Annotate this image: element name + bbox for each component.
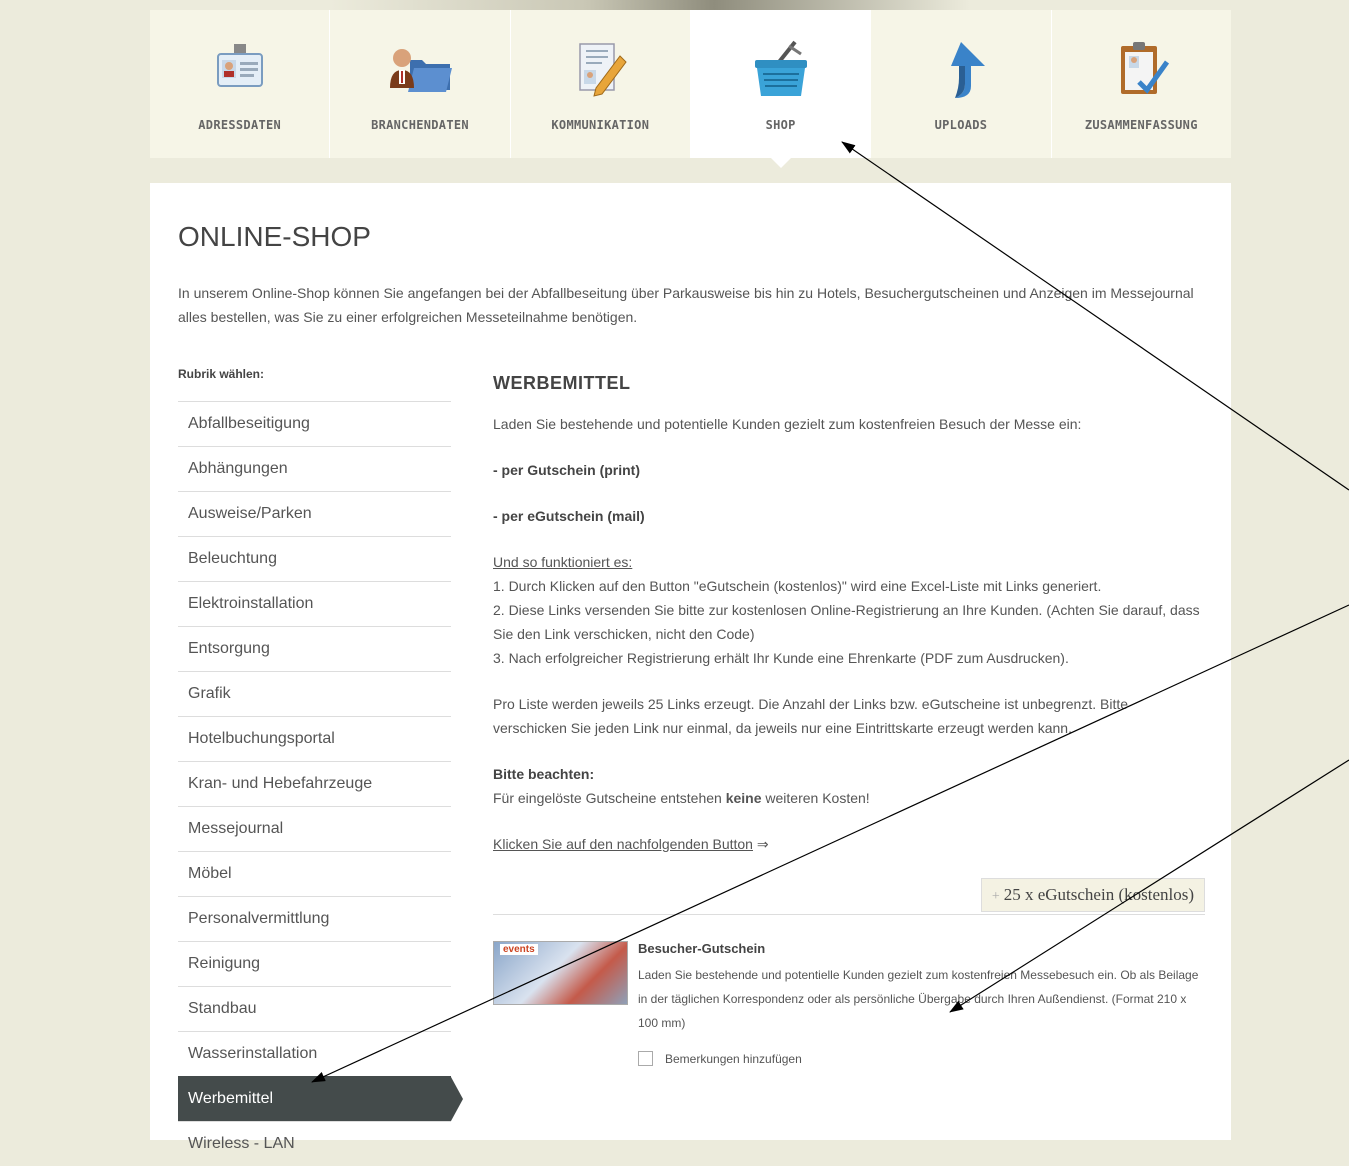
product-description: Laden Sie bestehende und potentielle Kun… bbox=[638, 968, 1199, 1030]
sidebar-item-kran-hebefahrzeuge[interactable]: Kran- und Hebefahrzeuge bbox=[178, 761, 451, 806]
sidebar-item-moebel[interactable]: Möbel bbox=[178, 851, 451, 896]
tab-label: KOMMUNIKATION bbox=[551, 118, 650, 132]
note-heading: Bitte beachten: bbox=[493, 766, 595, 782]
option-mail: - per eGutschein (mail) bbox=[493, 508, 645, 524]
tab-shop[interactable]: SHOP bbox=[690, 10, 872, 168]
list-info: Pro Liste werden jeweils 25 Links erzeug… bbox=[493, 696, 1129, 736]
sidebar-item-personalvermittlung[interactable]: Personalvermittlung bbox=[178, 896, 451, 941]
note-block: Bitte beachten: Für eingelöste Gutschein… bbox=[493, 762, 1205, 810]
step-1: 1. Durch Klicken auf den Button "eGutsch… bbox=[493, 578, 1102, 594]
product-title: Besucher-Gutschein bbox=[638, 941, 766, 956]
sidebar-item-reinigung[interactable]: Reinigung bbox=[178, 941, 451, 986]
note-pre: Für eingelöste Gutscheine entstehen bbox=[493, 790, 726, 806]
product-image-text: events bbox=[500, 944, 538, 955]
note-bold: keine bbox=[725, 790, 762, 806]
sidebar-item-abfallbeseitigung[interactable]: Abfallbeseitigung bbox=[178, 401, 451, 446]
page-title: ONLINE-SHOP bbox=[178, 221, 371, 252]
tab-label: BRANCHENDATEN bbox=[371, 118, 469, 132]
tab-label: SHOP bbox=[765, 118, 796, 132]
clipboard-check-icon bbox=[1121, 42, 1170, 94]
sidebar-item-elektroinstallation[interactable]: Elektroinstallation bbox=[178, 581, 451, 626]
arrow-right-icon: ⇒ bbox=[752, 836, 769, 852]
category-label: Rubrik wählen: bbox=[178, 367, 265, 381]
tab-label: ADRESSDATEN bbox=[198, 118, 282, 132]
howto-heading: Und so funktioniert es: bbox=[493, 554, 633, 570]
tab-label: ZUSAMMENFASSUNG bbox=[1084, 118, 1198, 132]
tab-uploads[interactable]: UPLOADS bbox=[871, 10, 1052, 158]
sidebar-item-grafik[interactable]: Grafik bbox=[178, 671, 451, 716]
lead-text: Laden Sie bestehende und potentielle Kun… bbox=[493, 416, 1082, 432]
tab-zusammenfassung[interactable]: ZUSAMMENFASSUNG bbox=[1052, 10, 1231, 158]
tab-adressdaten[interactable]: ADRESSDATEN bbox=[150, 10, 331, 158]
sidebar-item-hotelbuchungsportal[interactable]: Hotelbuchungsportal bbox=[178, 716, 451, 761]
shopping-basket-icon bbox=[754, 40, 807, 96]
click-hint-link[interactable]: Klicken Sie auf den nachfolgenden Button bbox=[493, 836, 753, 852]
plus-icon: + bbox=[991, 889, 1000, 904]
id-badge-icon bbox=[216, 44, 263, 87]
note-text: Für eingelöste Gutscheine entstehen kein… bbox=[493, 786, 1205, 810]
tab-kommunikation[interactable]: KOMMUNIKATION bbox=[511, 10, 691, 158]
sidebar-item-ausweise-parken[interactable]: Ausweise/Parken bbox=[178, 491, 451, 536]
category-sidebar: Abfallbeseitigung Abhängungen Ausweise/P… bbox=[178, 401, 463, 1166]
sidebar-item-abhaengungen[interactable]: Abhängungen bbox=[178, 446, 451, 491]
remarks-label: Bemerkungen hinzufügen bbox=[665, 1051, 802, 1066]
click-hint: Klicken Sie auf den nachfolgenden Button… bbox=[493, 832, 1205, 856]
intro-text: In unserem Online-Shop können Sie angefa… bbox=[178, 285, 1194, 325]
sidebar-item-messejournal[interactable]: Messejournal bbox=[178, 806, 451, 851]
button-row: +25 x eGutschein (kostenlos) bbox=[493, 878, 1205, 915]
sidebar-item-wasserinstallation[interactable]: Wasserinstallation bbox=[178, 1031, 451, 1076]
sidebar-item-entsorgung[interactable]: Entsorgung bbox=[178, 626, 451, 671]
egutschein-button[interactable]: +25 x eGutschein (kostenlos) bbox=[980, 878, 1205, 912]
tab-branchendaten[interactable]: BRANCHENDATEN bbox=[330, 10, 511, 158]
product-item: events Besucher-Gutschein Laden Sie best… bbox=[493, 941, 1205, 1081]
product-image[interactable]: events bbox=[493, 941, 628, 1005]
sidebar-item-werbemittel[interactable]: Werbemittel bbox=[178, 1076, 463, 1121]
header-image-strip bbox=[330, 0, 970, 10]
remarks-checkbox[interactable] bbox=[638, 1051, 653, 1066]
folder-user-icon bbox=[389, 49, 452, 92]
howto-steps: Und so funktioniert es: 1. Durch Klicken… bbox=[493, 550, 1205, 670]
step-tabs: ADRESSDATEN BRANCHENDATEN KOMMUNIKATION bbox=[150, 10, 1231, 168]
upload-arrow-icon bbox=[950, 42, 985, 98]
section-title: WERBEMITTEL bbox=[493, 373, 631, 393]
sidebar-item-standbau[interactable]: Standbau bbox=[178, 986, 451, 1031]
tab-label: UPLOADS bbox=[934, 118, 988, 132]
step-3: 3. Nach erfolgreicher Registrierung erhä… bbox=[493, 650, 1069, 666]
sidebar-item-beleuchtung[interactable]: Beleuchtung bbox=[178, 536, 451, 581]
remarks-option[interactable]: Bemerkungen hinzufügen bbox=[638, 1051, 802, 1066]
option-print: - per Gutschein (print) bbox=[493, 462, 640, 478]
egutschein-button-label: 25 x eGutschein (kostenlos) bbox=[1003, 885, 1194, 904]
sidebar-item-wireless-lan[interactable]: Wireless - LAN bbox=[178, 1121, 451, 1166]
step-2: 2. Diese Links versenden Sie bitte zur k… bbox=[493, 602, 1200, 642]
content-panel: ONLINE-SHOP In unserem Online-Shop könne… bbox=[150, 183, 1231, 1152]
note-post: weiteren Kosten! bbox=[761, 790, 870, 806]
document-pencil-icon bbox=[579, 43, 627, 97]
main-section: WERBEMITTEL Laden Sie bestehende und pot… bbox=[493, 365, 1205, 1081]
